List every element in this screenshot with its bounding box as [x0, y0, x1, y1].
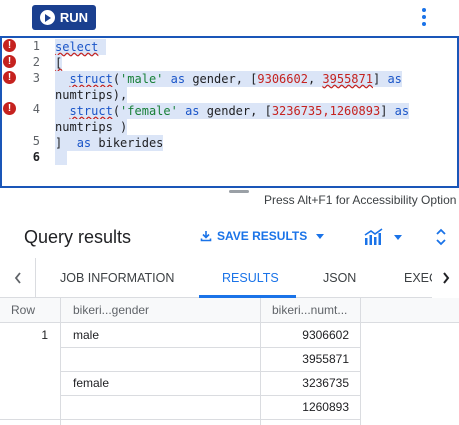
table-cell-gender[interactable]: female [73, 371, 253, 396]
save-results-button[interactable]: SAVE RESULTS [200, 229, 325, 243]
explore-chart-button[interactable] [364, 228, 402, 246]
code-line: numtrips ) [55, 119, 128, 135]
table-cell-numtrips[interactable]: 3955871 [262, 347, 349, 372]
error-icon[interactable]: ! [3, 71, 16, 84]
error-icon[interactable]: ! [3, 102, 16, 115]
column-header-numtrips[interactable]: bikeri...numt... [272, 298, 358, 323]
download-icon [200, 231, 212, 242]
line-number: 1 [32, 39, 40, 53]
chevron-left-icon [14, 272, 21, 284]
run-button[interactable]: RUN [32, 5, 96, 30]
column-header-gender[interactable]: bikeri...gender [73, 298, 253, 323]
save-results-label: SAVE RESULTS [217, 229, 308, 243]
code-line: struct('male' as gender, [9306602, 39558… [55, 71, 402, 87]
chevron-right-icon [442, 272, 449, 284]
sql-editor[interactable]: ! 1 ! 2 ! 3 ! 4 5 6 select [ struct('mal… [0, 36, 459, 188]
code-line: select [55, 39, 106, 55]
resize-handle[interactable] [229, 190, 249, 193]
editor-footer: Press Alt+F1 for Accessibility Option [0, 188, 459, 212]
selection-highlight [55, 151, 67, 165]
line-number: 5 [32, 134, 40, 148]
run-label: RUN [59, 10, 89, 25]
results-table: Row bikeri...gender bikeri...numt... 1 m… [0, 298, 459, 425]
more-options-icon[interactable] [419, 8, 429, 26]
error-icon[interactable]: ! [3, 55, 16, 68]
code-line: numtrips), [55, 87, 128, 103]
tab-job-information[interactable]: JOB INFORMATION [60, 271, 174, 285]
tab-json[interactable]: JSON [323, 271, 356, 285]
expand-icon[interactable] [435, 228, 447, 246]
line-number: 3 [32, 71, 40, 85]
accessibility-hint: Press Alt+F1 for Accessibility Option [264, 193, 457, 207]
code-line: struct('female' as gender, [3236735,1260… [55, 103, 410, 119]
code-area[interactable]: select [ struct('male' as gender, [93066… [55, 38, 457, 186]
query-toolbar: RUN [0, 0, 459, 36]
row-number: 1 [41, 328, 48, 342]
chart-icon [364, 228, 383, 245]
table-cell-numtrips[interactable]: 9306602 [262, 323, 349, 348]
line-number: 2 [32, 55, 40, 69]
table-cell-numtrips[interactable]: 1260893 [262, 395, 349, 420]
results-tabs: JOB INFORMATION RESULTS JSON EXEC [0, 258, 459, 298]
chevron-down-icon [316, 233, 325, 239]
line-number: 4 [32, 102, 40, 116]
play-icon [39, 10, 55, 25]
line-number: 6 [32, 150, 40, 164]
table-cell-numtrips[interactable]: 3236735 [262, 371, 349, 396]
error-icon[interactable]: ! [3, 39, 16, 52]
results-title: Query results [24, 227, 132, 247]
table-cell-gender[interactable]: male [73, 323, 253, 348]
column-header-row: Row [11, 303, 36, 317]
code-line: [ [55, 55, 63, 71]
results-header: Query results SAVE RESULTS [0, 214, 459, 258]
tabs-scroll-right[interactable] [432, 258, 459, 298]
tab-results[interactable]: RESULTS [222, 271, 279, 285]
code-line: ] as bikerides [55, 135, 164, 151]
tabs-scroll-left[interactable] [0, 258, 36, 298]
editor-gutter: ! 1 ! 2 ! 3 ! 4 5 6 [2, 38, 54, 186]
chevron-down-icon [394, 234, 402, 240]
